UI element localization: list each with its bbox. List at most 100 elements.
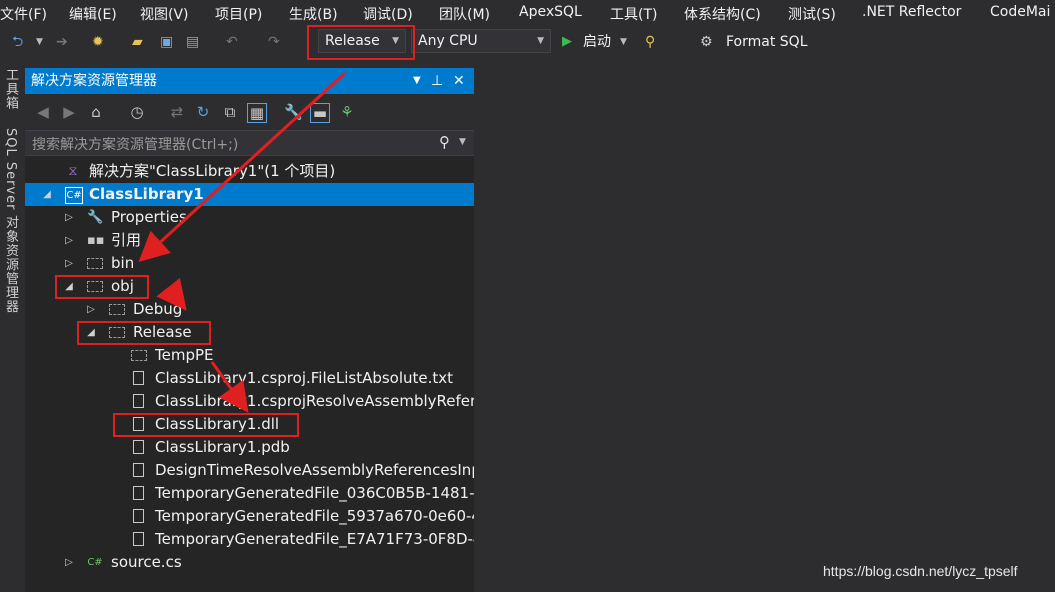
folder-open-icon xyxy=(109,327,125,338)
chevron-down-icon[interactable]: ▼ xyxy=(459,137,466,147)
file-icon xyxy=(133,394,144,408)
tree-item-label: ClassLibrary1.pdb xyxy=(155,438,290,456)
start-button[interactable]: 启动 xyxy=(583,33,611,51)
tree-row[interactable]: TemporaryGeneratedFile_E7A71F73-0F8D-4 xyxy=(25,528,474,551)
undo-icon[interactable]: ↶ xyxy=(226,33,238,51)
file-icon xyxy=(133,486,144,500)
history-icon[interactable]: ◷ xyxy=(128,103,146,121)
chevron-down-icon[interactable]: ▼ xyxy=(36,33,43,51)
redo-icon[interactable]: ↷ xyxy=(268,33,280,51)
tree-row[interactable]: ▷ Debug xyxy=(25,298,474,321)
solution-configuration-select[interactable]: Release ▼ xyxy=(318,29,406,53)
wrench-icon: 🔧 xyxy=(87,210,104,225)
tree-row[interactable]: TemporaryGeneratedFile_5937a670-0e60-4 xyxy=(25,505,474,528)
menu-item[interactable]: 编辑(E) xyxy=(69,4,117,24)
menu-item[interactable]: 团队(M) xyxy=(439,4,490,24)
chevron-down-icon[interactable]: ▼ xyxy=(620,33,627,51)
folder-icon xyxy=(109,304,125,315)
close-icon[interactable]: ✕ xyxy=(453,68,465,94)
menu-item[interactable]: CodeMai xyxy=(990,4,1050,20)
menu-item[interactable]: 测试(S) xyxy=(788,4,836,24)
tree-row[interactable]: ClassLibrary1.dll xyxy=(25,413,474,436)
tree-item-label: source.cs xyxy=(111,553,182,571)
collapsed-arrow-icon[interactable]: ▷ xyxy=(63,252,75,275)
home-icon[interactable]: ⌂ xyxy=(87,103,105,121)
preview-selected-icon[interactable]: ▬ xyxy=(310,103,330,123)
sql-server-object-explorer-tab[interactable]: SQL Server 对象资源管理器 xyxy=(1,128,20,314)
class-diagram-icon[interactable]: ⚘ xyxy=(338,103,356,121)
tree-row[interactable]: ⧖ 解决方案"ClassLibrary1"(1 个项目) xyxy=(25,160,474,183)
collapse-all-icon[interactable]: ⧉ xyxy=(221,103,239,121)
tree-item-label: DesignTimeResolveAssemblyReferencesInp xyxy=(155,461,474,479)
tree-row[interactable]: ▷ bin xyxy=(25,252,474,275)
back-icon[interactable]: ◀ xyxy=(34,103,52,121)
search-input-placeholder: 搜索解决方案资源管理器(Ctrl+;) xyxy=(32,137,239,153)
save-all-icon[interactable]: ▤ xyxy=(186,33,199,51)
expanded-arrow-icon[interactable]: ◢ xyxy=(63,275,75,298)
tree-row[interactable]: DesignTimeResolveAssemblyReferencesInp xyxy=(25,459,474,482)
refresh-icon[interactable]: ↻ xyxy=(194,103,212,121)
chevron-down-icon: ▼ xyxy=(537,36,544,46)
tree-item-label: TemporaryGeneratedFile_036C0B5B-1481-4 xyxy=(155,484,474,502)
panel-menu-icon[interactable]: ▼ xyxy=(413,68,421,94)
menu-item[interactable]: 项目(P) xyxy=(215,4,262,24)
solution-explorer-search[interactable]: 搜索解决方案资源管理器(Ctrl+;) ⚲ ▼ xyxy=(25,130,474,156)
tree-item-label: 解决方案"ClassLibrary1"(1 个项目) xyxy=(89,162,336,180)
tree-item-label: TemporaryGeneratedFile_5937a670-0e60-4 xyxy=(155,507,474,525)
sync-icon[interactable]: ⇄ xyxy=(168,103,186,121)
file-icon xyxy=(133,463,144,477)
collapsed-arrow-icon[interactable]: ▷ xyxy=(85,298,97,321)
tree-row[interactable]: TemporaryGeneratedFile_036C0B5B-1481-4 xyxy=(25,482,474,505)
menu-item[interactable]: 工具(T) xyxy=(610,4,657,24)
search-icon[interactable]: ⚲ xyxy=(439,133,450,151)
file-icon xyxy=(133,371,144,385)
menu-bar: 文件(F) 编辑(E) 视图(V) 项目(P) 生成(B) 调试(D) 团队(M) ApexS… xyxy=(0,0,1055,26)
menu-item[interactable]: .NET Reflector xyxy=(862,4,961,20)
new-project-icon[interactable]: ✹ xyxy=(92,33,104,51)
collapsed-arrow-icon[interactable]: ▷ xyxy=(63,551,75,574)
menu-item[interactable]: 生成(B) xyxy=(289,4,338,24)
open-file-icon[interactable]: ▰ xyxy=(132,33,143,51)
menu-item[interactable]: ApexSQL xyxy=(519,4,582,20)
collapsed-arrow-icon[interactable]: ▷ xyxy=(63,206,75,229)
tree-row[interactable]: ▷ C# source.cs xyxy=(25,551,474,574)
tree-row[interactable]: ◢ C# ClassLibrary1 xyxy=(25,183,474,206)
file-icon xyxy=(133,417,144,431)
tree-item-label: ClassLibrary1.csprojResolveAssemblyRefer… xyxy=(155,392,474,410)
menu-item[interactable]: 体系结构(C) xyxy=(684,4,761,24)
tree-row[interactable]: ClassLibrary1.csproj.FileListAbsolute.tx… xyxy=(25,367,474,390)
tree-row[interactable]: ClassLibrary1.pdb xyxy=(25,436,474,459)
navigate-forward-icon[interactable]: ➔ xyxy=(56,33,68,51)
menu-item[interactable]: 文件(F) xyxy=(0,4,47,24)
tree-item-label: Properties xyxy=(111,208,187,226)
menu-item[interactable]: 调试(D) xyxy=(363,4,413,24)
save-icon[interactable]: ▣ xyxy=(160,33,173,51)
menu-item[interactable]: 视图(V) xyxy=(140,4,189,24)
collapsed-arrow-icon[interactable]: ▷ xyxy=(63,229,75,252)
properties-wrench-icon[interactable]: 🔧 xyxy=(284,103,303,121)
tree-row[interactable]: ClassLibrary1.csprojResolveAssemblyRefer… xyxy=(25,390,474,413)
tree-row[interactable]: TempPE xyxy=(25,344,474,367)
navigate-back-icon[interactable]: ⮌ xyxy=(12,33,23,51)
tree-item-label: Release xyxy=(133,323,192,341)
toolbox-tab[interactable]: 工具箱 xyxy=(1,68,20,110)
configuration-value: Release xyxy=(325,33,380,49)
format-sql-icon[interactable]: ⚙ xyxy=(700,33,713,51)
show-all-files-icon[interactable]: ▦ xyxy=(247,103,267,123)
tree-row[interactable]: ▷ 🔧 Properties xyxy=(25,206,474,229)
start-play-icon[interactable]: ▶ xyxy=(562,33,572,51)
tree-row[interactable]: ◢ Release xyxy=(25,321,474,344)
find-in-files-icon[interactable]: ⚲ xyxy=(645,33,655,51)
tree-row[interactable]: ▷ ▪▪ 引用 xyxy=(25,229,474,252)
forward-icon[interactable]: ▶ xyxy=(60,103,78,121)
format-sql-button[interactable]: Format SQL xyxy=(726,33,808,51)
csharp-file-icon: C# xyxy=(87,557,103,568)
file-icon xyxy=(133,509,144,523)
expanded-arrow-icon[interactable]: ◢ xyxy=(41,183,53,206)
pin-icon[interactable]: ⊥ xyxy=(431,68,443,94)
tree-item-label: Debug xyxy=(133,300,183,318)
tree-row[interactable]: ◢ obj xyxy=(25,275,474,298)
solution-platform-select[interactable]: Any CPU ▼ xyxy=(411,29,551,53)
solution-icon: ⧖ xyxy=(68,164,78,179)
expanded-arrow-icon[interactable]: ◢ xyxy=(85,321,97,344)
